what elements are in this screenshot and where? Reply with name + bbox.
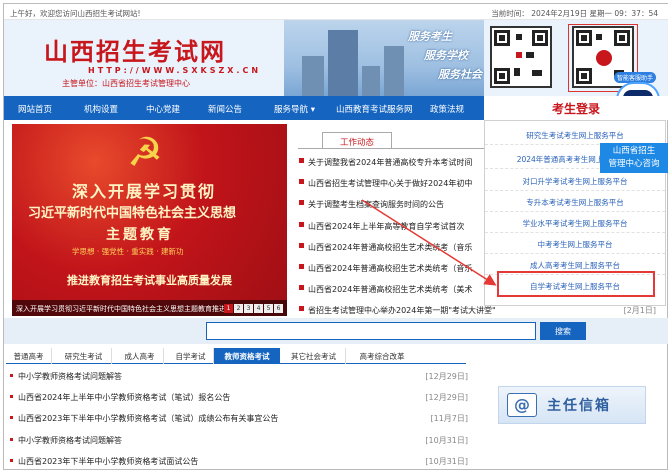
main-nav: 网站首页 机构设置 中心党建 新闻公告 服务导航 ▾ 山西教育考试服务网 政策法… bbox=[4, 96, 484, 120]
banner-line-5: 推进教育招生考试事业高质量发展 bbox=[67, 274, 232, 287]
banner-carousel[interactable]: ☭ 深入开展学习贯彻 习近平新时代中国特色社会主义思想 主题教育 学思想 · 强… bbox=[12, 124, 287, 316]
email-icon: @ bbox=[507, 393, 537, 417]
slogan-3: 服务社会 bbox=[438, 68, 482, 81]
mailbox-label: 主任信箱 bbox=[547, 398, 611, 414]
sponsor-text: 主管单位：山西省招生考试管理中心 bbox=[62, 79, 190, 88]
self-study-highlight-box bbox=[497, 271, 655, 297]
nav-party[interactable]: 中心党建 bbox=[146, 103, 180, 115]
tab-adult[interactable]: 成人高考 bbox=[116, 348, 164, 364]
banner-pager: 123456 bbox=[223, 303, 283, 313]
login-option-upgrade[interactable]: 专升本考试考生网上服务平台 bbox=[485, 192, 665, 212]
list-item[interactable]: 山西省2024年上半年中小学教师资格考试（笔试）报名公告 [12月29日] bbox=[8, 387, 468, 408]
tab-other-social[interactable]: 其它社会考试 bbox=[282, 348, 346, 364]
tab-teacher-qualification[interactable]: 教师资格考试 bbox=[214, 348, 280, 364]
login-option-proficiency[interactable]: 学业水平考试考生网上服务平台 bbox=[485, 213, 665, 233]
slogan-1: 服务考生 bbox=[408, 30, 452, 43]
slogan-2: 服务学校 bbox=[424, 49, 468, 62]
party-emblem-icon: ☭ bbox=[127, 130, 163, 176]
list-item[interactable]: 山西省2023年下半年中小学教师资格考试（笔试）成绩公布有关事宜公告 [11月7日… bbox=[8, 408, 468, 429]
consult-chat-button[interactable]: 山西省招生 管理中心咨询 bbox=[600, 143, 668, 173]
banner-page-2[interactable]: 2 bbox=[234, 304, 243, 313]
login-option-vocational[interactable]: 对口升学考试考生网上服务平台 bbox=[485, 171, 665, 191]
tab-gaokao-reform[interactable]: 高考综合改革 bbox=[350, 348, 414, 364]
tab-work-news[interactable]: 工作动态 bbox=[322, 132, 392, 149]
banner-line-2: 习近平新时代中国特色社会主义思想 bbox=[28, 206, 237, 221]
chat-line-1: 山西省招生 bbox=[612, 146, 656, 156]
banner-page-5[interactable]: 5 bbox=[264, 304, 273, 313]
banner-page-1[interactable]: 1 bbox=[224, 304, 233, 313]
nav-edu-exam-service[interactable]: 山西教育考试服务网 bbox=[336, 103, 413, 115]
tab-self-study[interactable]: 自学考试 bbox=[168, 348, 214, 364]
top-bar: 上午好，欢迎您访问山西招生考试网站! 当前时间： 2024年2月19日 星期一 … bbox=[4, 4, 668, 20]
search-button[interactable]: 搜索 bbox=[540, 322, 586, 340]
banner-page-4[interactable]: 4 bbox=[254, 304, 263, 313]
login-option-graduate[interactable]: 研究生考试考生网上服务平台 bbox=[485, 125, 665, 145]
banner-line-4: 学思想 · 强党性 · 重实践 · 建新功 bbox=[72, 247, 184, 256]
nav-home[interactable]: 网站首页 bbox=[18, 103, 52, 115]
banner-page-6[interactable]: 6 bbox=[274, 304, 283, 313]
nav-news[interactable]: 新闻公告 bbox=[208, 103, 242, 115]
welcome-text: 上午好，欢迎您访问山西招生考试网站! bbox=[10, 9, 141, 18]
banner-line-3: 主题教育 bbox=[106, 227, 174, 243]
chat-line-2: 管理中心咨询 bbox=[608, 159, 660, 169]
list-item[interactable]: 山西省2023年下半年中小学教师资格考试面试公告 [10月31日] bbox=[8, 451, 468, 472]
exam-category-tabs: 普通高考 研究生考试 成人高考 自学考试 教师资格考试 其它社会考试 高考综合改… bbox=[6, 346, 466, 364]
site-url: HTTP://WWW.SXKSZX.CN bbox=[88, 66, 262, 75]
director-mailbox-button[interactable]: @ 主任信箱 bbox=[498, 386, 646, 424]
list-item[interactable]: 中小学教师资格考试问题解答 [10月31日] bbox=[8, 430, 468, 451]
news-tab-divider bbox=[298, 148, 488, 149]
search-bar: 搜索 bbox=[4, 318, 668, 344]
site-header: 山西招生考试网 HTTP://WWW.SXKSZX.CN 主管单位：山西省招生考… bbox=[4, 20, 668, 96]
tab-graduate[interactable]: 研究生考试 bbox=[56, 348, 112, 364]
candidate-login-title[interactable]: 考生登录 bbox=[484, 96, 668, 120]
nav-organization[interactable]: 机构设置 bbox=[84, 103, 118, 115]
nav-policy[interactable]: 政策法规 bbox=[430, 103, 464, 115]
current-time: 当前时间： 2024年2月19日 星期一 09：37：54 bbox=[491, 9, 658, 18]
nav-service-guide[interactable]: 服务导航 ▾ bbox=[274, 103, 315, 115]
banner-page-3[interactable]: 3 bbox=[244, 304, 253, 313]
list-item[interactable]: 中小学教师资格考试问题解答 [12月29日] bbox=[8, 366, 468, 387]
qr-code-wechat bbox=[490, 26, 552, 88]
tab-gaokao[interactable]: 普通高考 bbox=[6, 348, 52, 364]
search-input[interactable] bbox=[206, 322, 536, 340]
site-logo-title[interactable]: 山西招生考试网 bbox=[44, 32, 226, 67]
teacher-exam-list: 中小学教师资格考试问题解答 [12月29日] 山西省2024年上半年中小学教师资格… bbox=[8, 366, 468, 472]
banner-line-1: 深入开展学习贯彻 bbox=[72, 182, 217, 201]
login-option-zhongkao[interactable]: 中考考生网上服务平台 bbox=[485, 234, 665, 254]
